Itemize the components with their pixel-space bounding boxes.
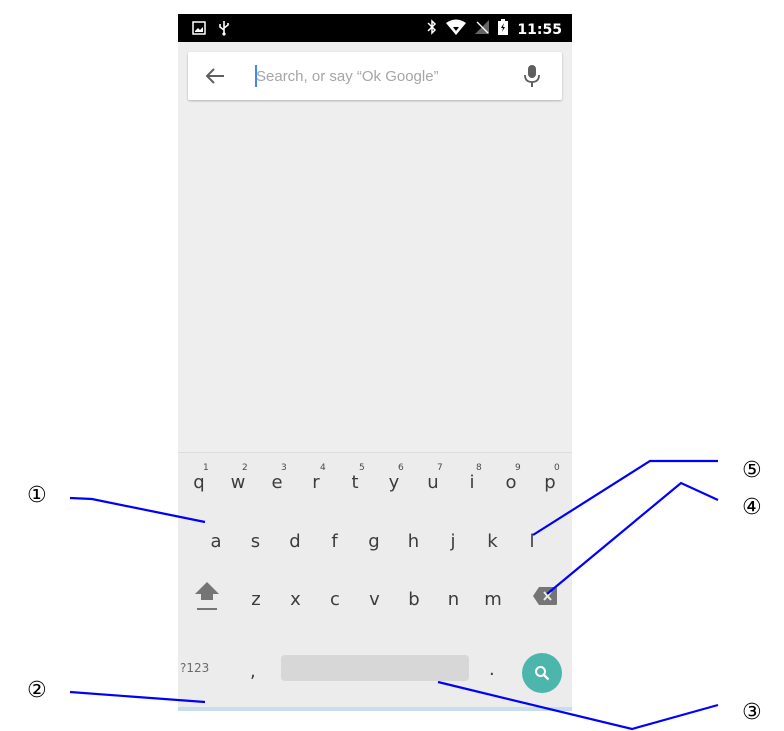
key-w[interactable]: w2 (220, 459, 256, 499)
numbers-symbols-key[interactable]: ?123 (180, 661, 209, 675)
bluetooth-icon (427, 19, 437, 40)
key-label: p (544, 472, 556, 493)
key-label: z (251, 589, 261, 610)
key-label: k (487, 531, 498, 552)
key-o[interactable]: o9 (493, 459, 529, 499)
key-hint: 8 (476, 463, 482, 473)
mic-icon[interactable] (524, 64, 540, 88)
key-hint: 2 (242, 463, 248, 473)
key-j[interactable]: j (435, 518, 471, 558)
key-hint: 7 (437, 463, 443, 473)
status-bar: 11:55 (178, 14, 572, 42)
key-p[interactable]: p0 (532, 459, 568, 499)
key-a[interactable]: a (198, 518, 234, 558)
key-label: g (368, 531, 380, 552)
key-label: x (290, 589, 301, 610)
search-bar[interactable] (188, 52, 562, 100)
usb-icon (218, 20, 230, 41)
key-h[interactable]: h (396, 518, 432, 558)
key-y[interactable]: y6 (376, 459, 412, 499)
callout-1: ① (27, 483, 47, 508)
key-label: c (330, 589, 340, 610)
key-label: r (312, 472, 320, 493)
search-key[interactable] (522, 653, 562, 693)
key-t[interactable]: t5 (337, 459, 373, 499)
key-u[interactable]: u7 (415, 459, 451, 499)
key-k[interactable]: k (475, 518, 511, 558)
key-s[interactable]: s (238, 518, 274, 558)
key-n[interactable]: n (436, 576, 472, 616)
key-e[interactable]: e3 (259, 459, 295, 499)
backspace-key[interactable] (532, 586, 558, 606)
key-c[interactable]: c (317, 576, 353, 616)
key-label: l (529, 531, 535, 552)
soft-keyboard: q1w2e3r4t5y6u7i8o9p0 asdfghjkl zxcvbnm ?… (178, 452, 572, 711)
key-hint: 6 (398, 463, 404, 473)
key-label: n (447, 589, 460, 610)
key-hint: 3 (281, 463, 287, 473)
callout-4: ④ (742, 495, 762, 520)
key-g[interactable]: g (356, 518, 392, 558)
key-label: s (250, 531, 261, 552)
callout-3: ③ (742, 700, 762, 725)
key-label: d (289, 531, 301, 552)
key-hint: 5 (359, 463, 365, 473)
key-q[interactable]: q1 (181, 459, 217, 499)
key-d[interactable]: d (277, 518, 313, 558)
period-key[interactable]: . (489, 659, 495, 680)
phone-screen: 11:55 q1w2e3r4t5y6u7i8o9p0 asdfghjkl zxc… (178, 14, 572, 711)
callout-5: ⑤ (742, 458, 762, 483)
key-label: o (505, 472, 517, 493)
key-label: a (210, 531, 222, 552)
no-signal-icon (475, 20, 490, 39)
key-hint: 9 (515, 463, 521, 473)
comma-key[interactable]: , (250, 661, 256, 682)
key-l[interactable]: l (514, 518, 550, 558)
key-label: v (369, 589, 380, 610)
key-z[interactable]: z (238, 576, 274, 616)
key-label: i (469, 472, 475, 493)
clock: 11:55 (517, 21, 562, 38)
key-label: j (450, 531, 456, 552)
search-input[interactable] (256, 64, 506, 88)
key-v[interactable]: v (357, 576, 393, 616)
key-label: b (408, 589, 420, 610)
key-b[interactable]: b (396, 576, 432, 616)
key-hint: 0 (554, 463, 560, 473)
annotation-line-4 (546, 481, 719, 595)
key-label: y (388, 472, 400, 493)
key-label: h (407, 531, 420, 552)
key-label: w (230, 472, 246, 493)
image-icon (192, 21, 206, 40)
key-hint: 1 (203, 463, 209, 473)
key-label: m (484, 589, 502, 610)
battery-charging-icon (498, 19, 509, 40)
keyboard-bottom-bar (178, 707, 572, 711)
key-label: e (271, 472, 283, 493)
key-r[interactable]: r4 (298, 459, 334, 499)
callout-2: ② (27, 678, 47, 703)
shift-key[interactable] (192, 576, 222, 616)
space-bar[interactable] (281, 655, 469, 681)
key-hint: 4 (320, 463, 326, 473)
key-label: f (331, 531, 338, 552)
wifi-icon (446, 19, 467, 40)
key-label: t (351, 472, 359, 493)
key-f[interactable]: f (317, 518, 353, 558)
back-arrow-icon[interactable] (204, 66, 226, 86)
key-x[interactable]: x (278, 576, 314, 616)
key-i[interactable]: i8 (454, 459, 490, 499)
key-m[interactable]: m (475, 576, 511, 616)
backspace-icon (532, 587, 558, 610)
key-label: u (427, 472, 439, 493)
key-label: q (193, 472, 205, 493)
